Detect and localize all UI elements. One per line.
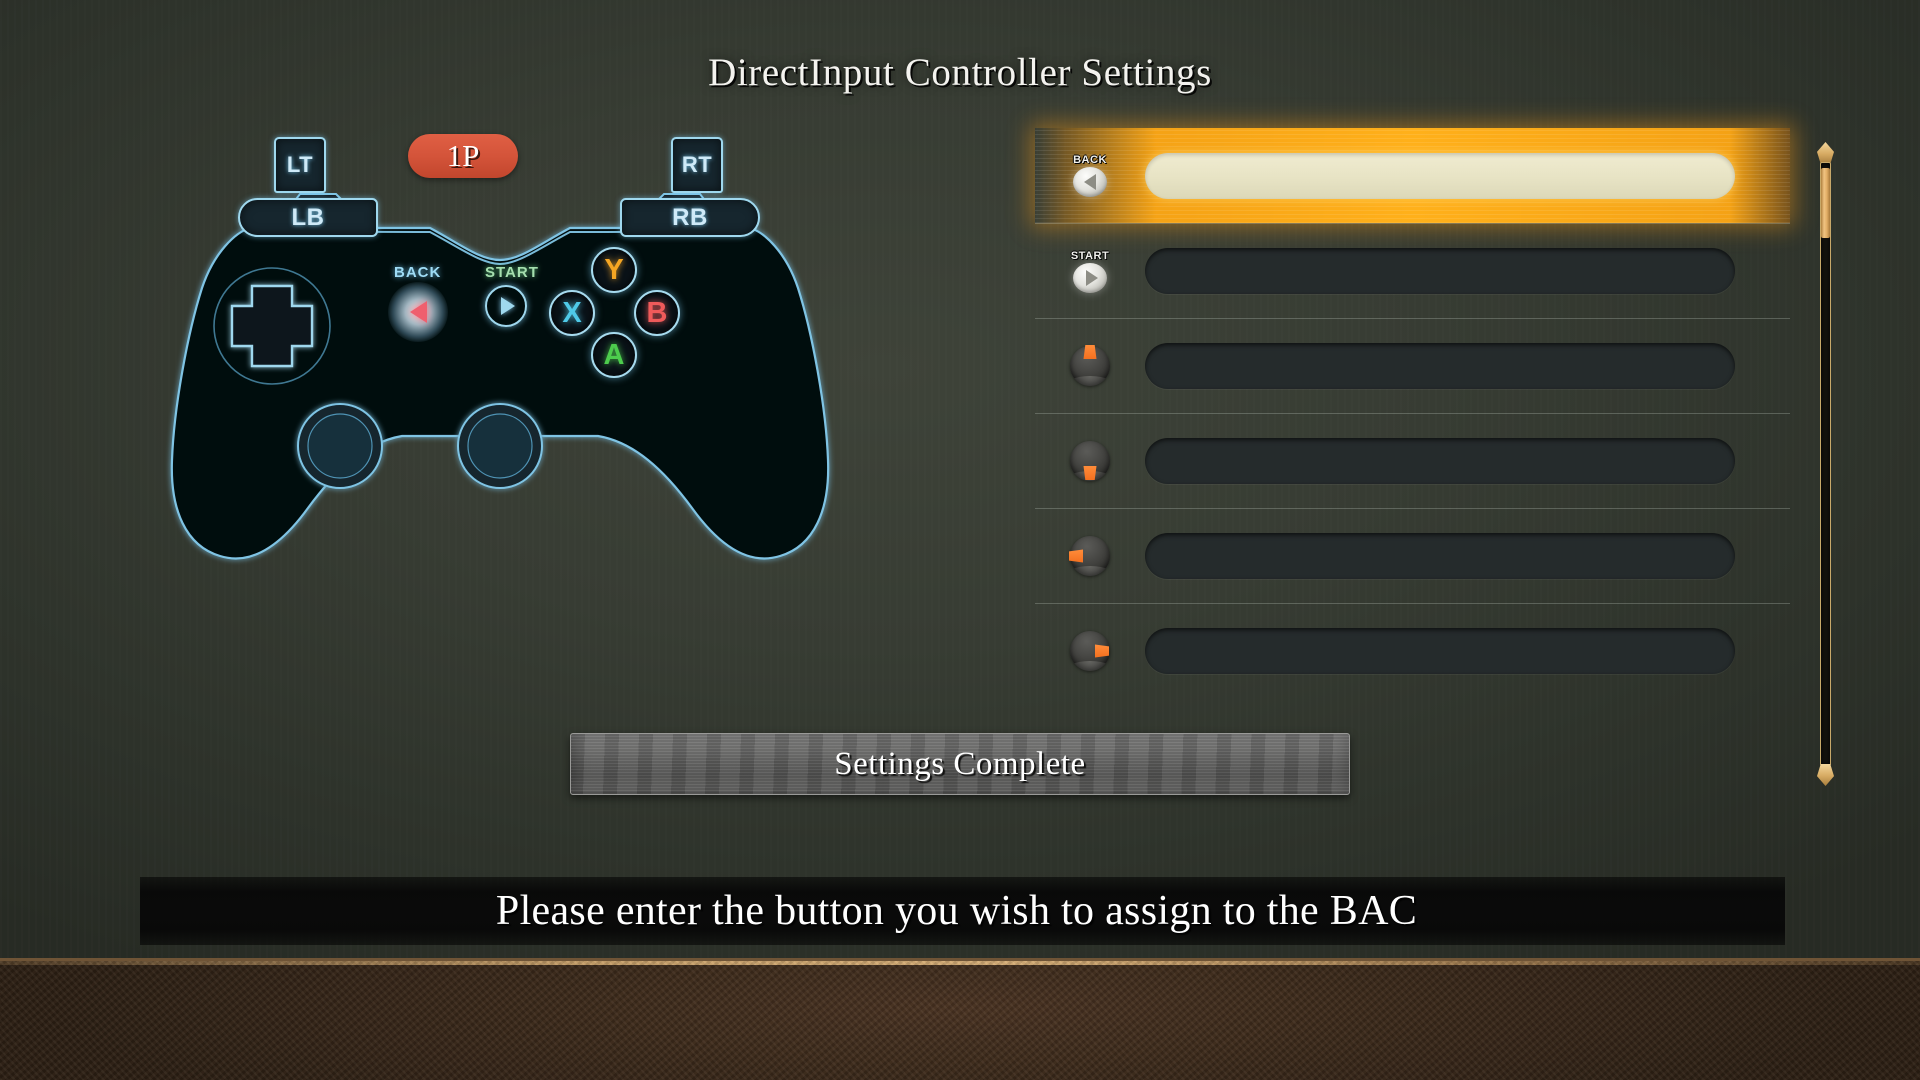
start-button-icon: START: [1035, 224, 1145, 319]
binding-field-wrap-back: [1145, 152, 1790, 199]
bottom-decoration-strip: [0, 958, 1920, 1080]
binding-field-wrap-start: [1145, 248, 1790, 294]
analog-stick-glyph-right: [1070, 631, 1110, 671]
row-back-label: BACK: [1073, 154, 1107, 166]
direction-left-marker: [1069, 549, 1083, 563]
direction-up-marker: [1083, 345, 1097, 359]
gamepad-x-button[interactable]: X: [549, 290, 595, 336]
binding-row-stick-up[interactable]: [1035, 318, 1790, 413]
gamepad-rt-button[interactable]: RT: [671, 137, 723, 193]
scroll-down-arrow-icon[interactable]: [1817, 764, 1834, 786]
binding-row-start[interactable]: START: [1035, 223, 1790, 318]
rb-label: RB: [672, 203, 708, 231]
gamepad-diagram: LT RT LB RB 1P BACK START Y X B A: [140, 120, 860, 590]
triangle-right-icon: [1085, 269, 1098, 286]
a-label: A: [603, 338, 625, 371]
message-bar: Please enter the button you wish to assi…: [140, 877, 1785, 945]
scrollbar-thumb[interactable]: [1821, 168, 1830, 238]
player-badge: 1P: [408, 134, 518, 178]
pad-back-button[interactable]: [388, 282, 448, 342]
direction-right-marker: [1095, 644, 1109, 658]
analog-stick-glyph-up: [1070, 345, 1110, 386]
binding-row-stick-left[interactable]: [1035, 508, 1790, 603]
lb-label: LB: [291, 203, 325, 231]
gamepad-rb-button[interactable]: RB: [620, 198, 760, 237]
b-label: B: [646, 296, 668, 329]
direction-down-marker: [1083, 466, 1097, 480]
binding-field-wrap-stick-right: [1145, 628, 1790, 674]
pad-start-button[interactable]: [485, 285, 527, 327]
stick-up-icon: [1035, 319, 1145, 414]
controller-settings-screen: DirectInput Controller Settings LT RT LB…: [0, 0, 1920, 1080]
y-label: Y: [604, 253, 624, 286]
stick-right-icon: [1035, 604, 1145, 699]
gamepad-b-button[interactable]: B: [634, 290, 680, 336]
gamepad-a-button[interactable]: A: [591, 332, 637, 378]
x-label: X: [562, 296, 582, 329]
scrollbar-track[interactable]: [1820, 162, 1831, 766]
back-triangle-icon: [409, 301, 427, 323]
binding-input-stick-right[interactable]: [1145, 628, 1735, 674]
binding-field-wrap-stick-down: [1145, 438, 1790, 484]
binding-list: BACK START: [1035, 128, 1790, 698]
row-start-label: START: [1070, 249, 1110, 262]
binding-input-stick-left[interactable]: [1145, 533, 1735, 579]
start-glyph: [1073, 262, 1107, 293]
page-title: DirectInput Controller Settings: [708, 51, 1212, 94]
binding-row-stick-right[interactable]: [1035, 603, 1790, 698]
rt-label: RT: [681, 152, 713, 177]
gamepad-body: [170, 193, 830, 560]
triangle-left-icon: [1084, 174, 1096, 190]
start-triangle-icon: [501, 297, 515, 315]
stick-down-icon: [1035, 414, 1145, 509]
list-scrollbar[interactable]: [1812, 140, 1838, 790]
binding-input-back[interactable]: [1145, 152, 1735, 199]
back-glyph: [1073, 167, 1107, 197]
analog-stick-glyph-down: [1070, 441, 1110, 481]
back-button-icon: BACK: [1035, 128, 1145, 223]
player-badge-label: 1P: [446, 138, 480, 173]
binding-row-back[interactable]: BACK: [1035, 128, 1790, 223]
gamepad-lt-button[interactable]: LT: [274, 137, 326, 193]
gamepad-y-button[interactable]: Y: [591, 247, 637, 293]
binding-field-wrap-stick-up: [1145, 343, 1790, 389]
binding-field-wrap-stick-left: [1145, 533, 1790, 579]
binding-input-stick-down[interactable]: [1145, 438, 1735, 484]
scroll-up-arrow-icon[interactable]: [1817, 142, 1834, 164]
stick-left-icon: [1035, 509, 1145, 604]
gamepad-lb-button[interactable]: LB: [238, 198, 378, 237]
settings-complete-label: Settings Complete: [834, 745, 1086, 782]
binding-input-start[interactable]: [1145, 248, 1735, 294]
binding-input-stick-up[interactable]: [1145, 343, 1735, 389]
settings-complete-button[interactable]: Settings Complete: [570, 733, 1350, 795]
lt-label: LT: [286, 152, 314, 177]
analog-stick-glyph-left: [1069, 536, 1110, 576]
strip-highlight: [0, 961, 1920, 965]
message-text: Please enter the button you wish to assi…: [495, 888, 1418, 934]
binding-row-stick-down[interactable]: [1035, 413, 1790, 508]
